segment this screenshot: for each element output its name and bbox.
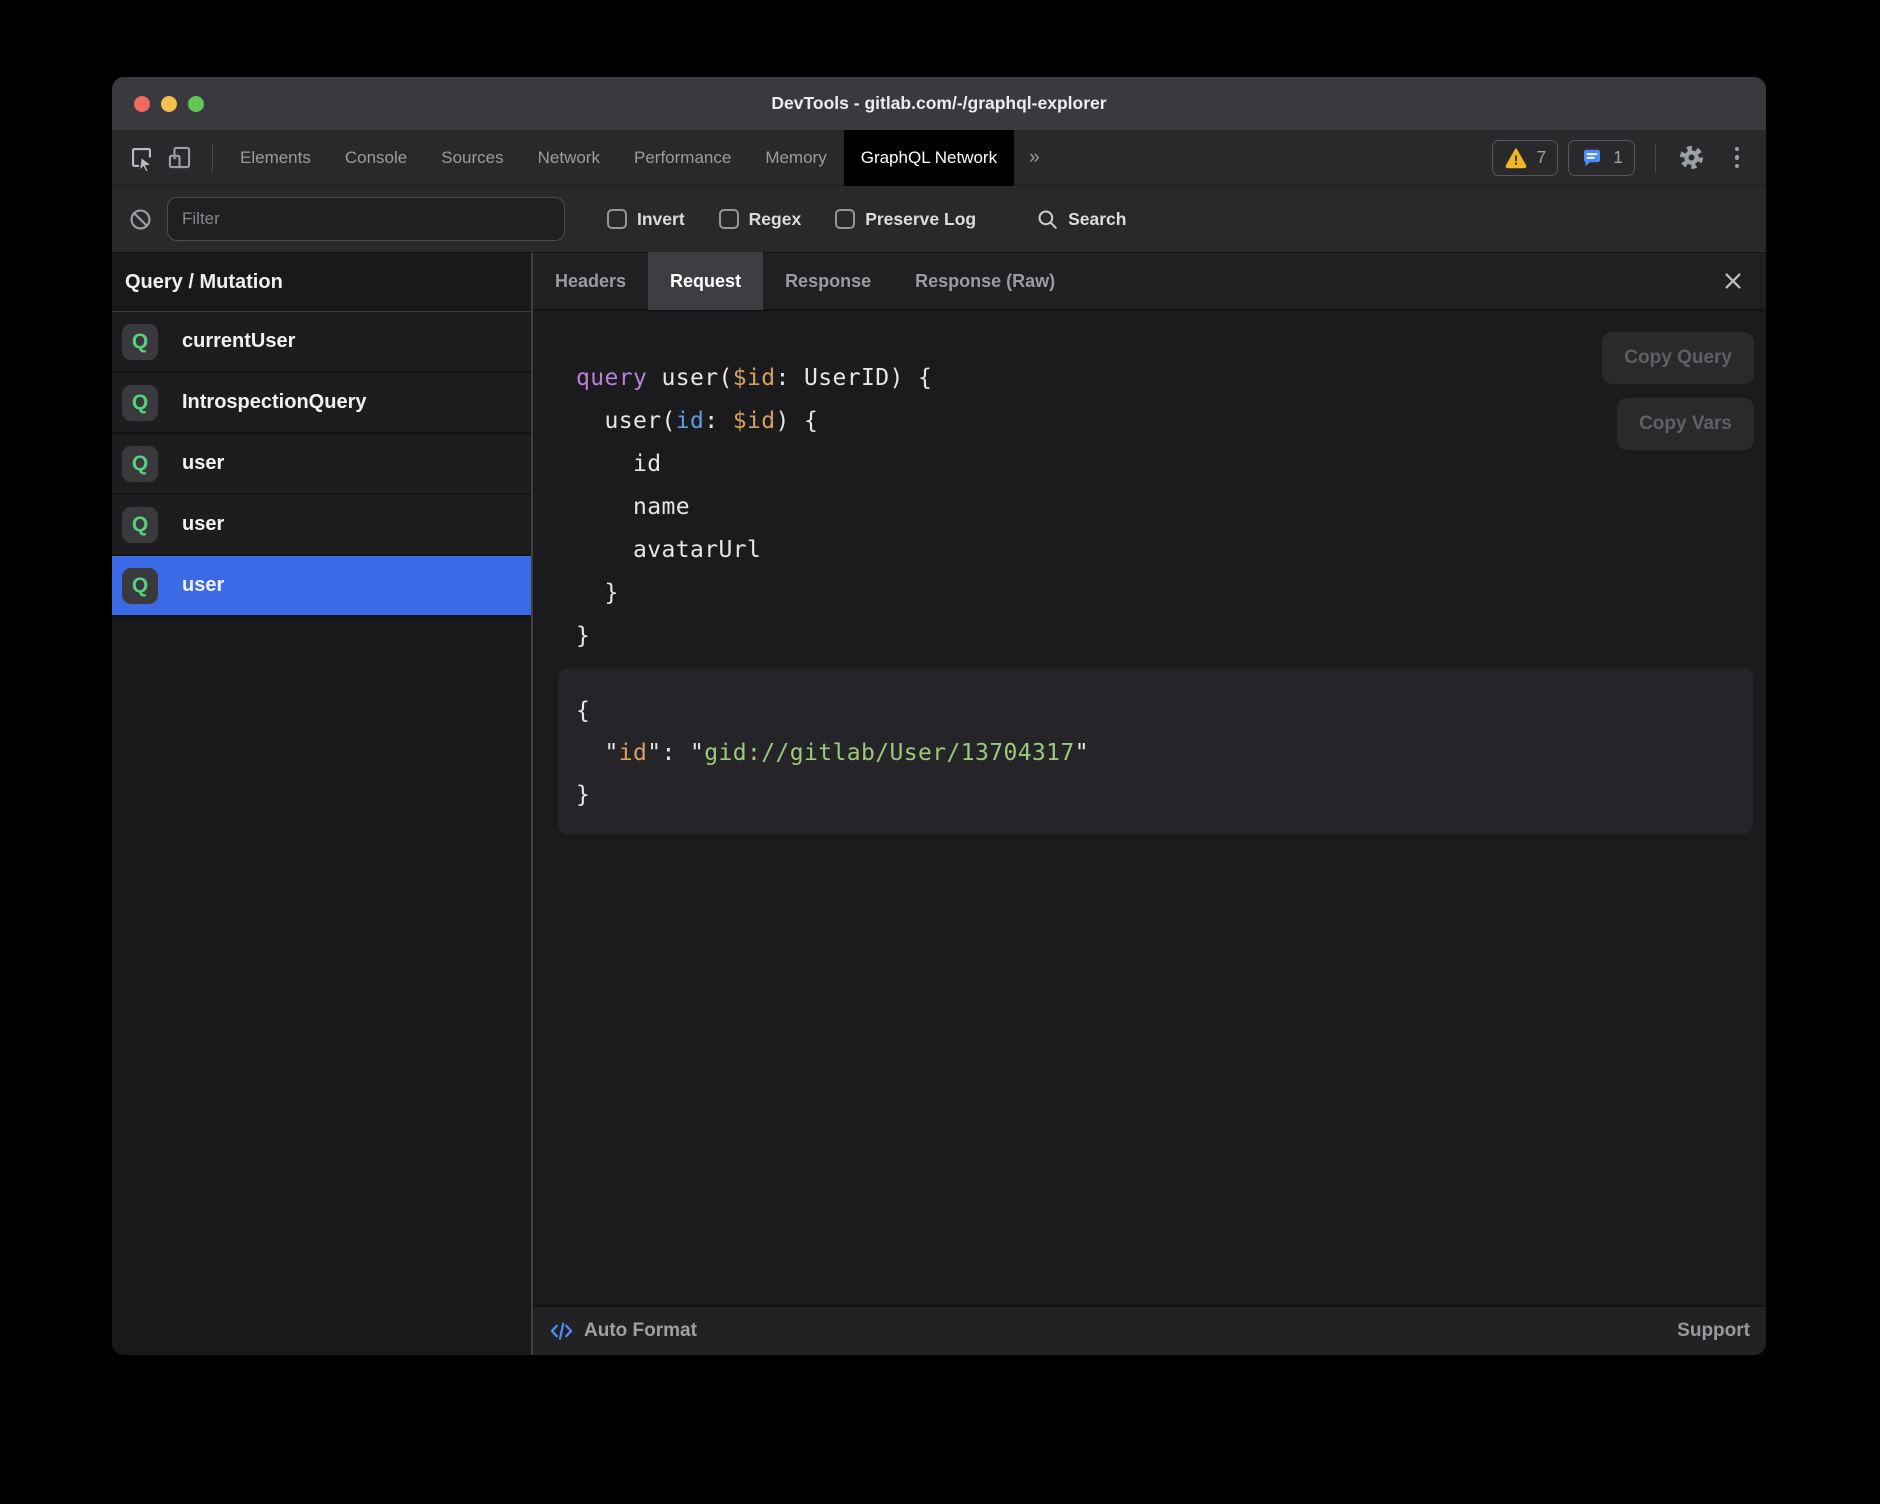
list-item-user-1[interactable]: Q user [112, 434, 531, 495]
detail-tab-bar: Headers Request Response Response (Raw) [533, 253, 1766, 311]
request-detail-panel: Headers Request Response Response (Raw) … [533, 253, 1766, 1355]
tab-network[interactable]: Network [521, 130, 617, 186]
filter-bar: Invert Regex Preserve Log Search [112, 186, 1766, 253]
toolbar-divider [212, 143, 213, 173]
toolbar-divider [1655, 143, 1656, 173]
request-content: Copy Query Copy Vars query user($id: Use… [533, 311, 1766, 1305]
filter-input[interactable] [167, 197, 565, 241]
list-item-currentUser[interactable]: Q currentUser [112, 312, 531, 373]
preserve-log-label[interactable]: Preserve Log [865, 209, 976, 230]
search-label: Search [1068, 209, 1126, 230]
auto-format-label: Auto Format [584, 1320, 697, 1342]
warnings-badge[interactable]: 7 [1492, 140, 1559, 176]
more-tabs-icon[interactable]: » [1014, 147, 1055, 169]
window-title: DevTools - gitlab.com/-/graphql-explorer [112, 77, 1766, 130]
regex-label[interactable]: Regex [749, 209, 802, 230]
graphql-variables-box: { "id": "gid://gitlab/User/13704317"} [558, 668, 1753, 834]
query-type-badge: Q [122, 507, 158, 543]
list-item-user-2[interactable]: Q user [112, 495, 531, 556]
devtools-toolbar: Elements Console Sources Network Perform… [112, 130, 1766, 186]
code-brackets-icon [549, 1319, 574, 1344]
regex-checkbox[interactable] [719, 209, 739, 229]
inspect-element-icon[interactable] [126, 143, 156, 173]
tab-sources[interactable]: Sources [424, 130, 520, 186]
regex-checkbox-group: Regex [719, 209, 802, 230]
query-type-badge: Q [122, 385, 158, 421]
list-item-user-3-selected[interactable]: Q user [112, 556, 531, 617]
copy-vars-button[interactable]: Copy Vars [1617, 398, 1754, 450]
tab-graphql-network[interactable]: GraphQL Network [844, 130, 1014, 186]
list-item-introspectionQuery[interactable]: Q IntrospectionQuery [112, 373, 531, 434]
graphql-query-code: query user($id: UserID) { user(id: $id) … [533, 311, 1766, 658]
search-icon [1036, 208, 1059, 231]
tab-response[interactable]: Response [763, 252, 893, 310]
query-list-header: Query / Mutation [112, 253, 531, 312]
preserve-log-checkbox-group: Preserve Log [835, 209, 976, 230]
support-link[interactable]: Support [1677, 1320, 1750, 1342]
message-count: 1 [1613, 147, 1623, 168]
query-type-badge: Q [122, 324, 158, 360]
device-toolbar-icon[interactable] [164, 143, 194, 173]
tab-memory[interactable]: Memory [748, 130, 843, 186]
settings-gear-icon[interactable] [1676, 143, 1706, 173]
query-type-badge: Q [122, 568, 158, 604]
clear-block-icon[interactable] [128, 207, 153, 232]
detail-footer: Auto Format Support [533, 1305, 1766, 1355]
query-list-panel: Query / Mutation Q currentUser Q Introsp… [112, 253, 533, 1355]
messages-badge[interactable]: 1 [1568, 140, 1635, 176]
tab-request[interactable]: Request [648, 252, 763, 310]
invert-checkbox-group: Invert [607, 209, 685, 230]
tab-elements[interactable]: Elements [223, 130, 328, 186]
copy-query-button[interactable]: Copy Query [1602, 332, 1754, 384]
devtools-window: DevTools - gitlab.com/-/graphql-explorer… [112, 77, 1766, 1355]
kebab-menu-icon[interactable] [1724, 147, 1750, 169]
tab-headers[interactable]: Headers [533, 252, 648, 310]
tab-response-raw[interactable]: Response (Raw) [893, 252, 1077, 310]
search-toggle[interactable]: Search [1036, 208, 1126, 231]
query-type-badge: Q [122, 446, 158, 482]
invert-label[interactable]: Invert [637, 209, 685, 230]
title-bar: DevTools - gitlab.com/-/graphql-explorer [112, 77, 1766, 130]
preserve-log-checkbox[interactable] [835, 209, 855, 229]
warning-count: 7 [1537, 147, 1547, 168]
close-detail-button[interactable] [1718, 266, 1748, 296]
tab-performance[interactable]: Performance [617, 130, 748, 186]
invert-checkbox[interactable] [607, 209, 627, 229]
auto-format-button[interactable]: Auto Format [549, 1319, 697, 1344]
chat-icon [1580, 146, 1604, 170]
warning-icon [1504, 146, 1528, 170]
tab-console[interactable]: Console [328, 130, 424, 186]
close-icon [1722, 270, 1744, 292]
